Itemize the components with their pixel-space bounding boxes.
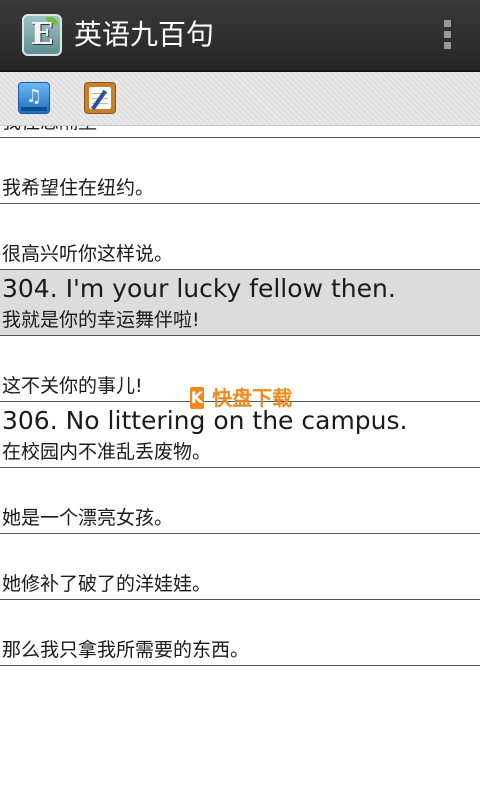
- music-book-icon[interactable]: ♫: [18, 82, 50, 114]
- app-logo-letter: E: [30, 17, 54, 52]
- watermark-k-icon: K: [190, 387, 204, 409]
- menu-dot: [443, 31, 451, 38]
- chinese-translation: 她修补了破了的洋娃娃。: [2, 573, 212, 595]
- list-item[interactable]: 她是一个漂亮女孩。: [0, 468, 480, 534]
- list-item[interactable]: 我希望住在纽约。: [0, 138, 480, 204]
- list-item[interactable]: 很高兴听你这样说。: [0, 204, 480, 270]
- book-base: [21, 107, 47, 111]
- watermark-logo: K 快盘下载: [190, 386, 292, 416]
- app-logo-icon[interactable]: E: [22, 14, 62, 56]
- overflow-menu-icon[interactable]: [440, 20, 454, 52]
- list-item-selected[interactable]: 304. I'm your lucky fellow then. 我就是你的幸运…: [0, 270, 480, 336]
- list-item[interactable]: 那么我只拿我所需要的东西。: [0, 600, 480, 666]
- watermark-text: 快盘下载: [212, 386, 293, 410]
- list-item[interactable]: 我住您隔壁: [0, 126, 480, 138]
- chinese-translation: 在校园内不准乱丢废物。: [2, 441, 212, 463]
- notepad-icon[interactable]: [84, 82, 116, 114]
- app-title: 英语九百句: [74, 18, 215, 51]
- english-sentence: 304. I'm your lucky fellow then.: [2, 274, 396, 303]
- chinese-translation: 我住您隔壁: [2, 126, 97, 134]
- chinese-translation: 她是一个漂亮女孩。: [2, 507, 174, 529]
- chinese-translation: 很高兴听你这样说。: [2, 243, 174, 265]
- chinese-translation: 我希望住在纽约。: [2, 177, 155, 199]
- menu-dot: [443, 42, 451, 49]
- menu-dot: [443, 20, 451, 27]
- toolbar: ♫: [0, 72, 480, 126]
- chinese-translation: 那么我只拿我所需要的东西。: [2, 639, 250, 661]
- app-screen: E 英语九百句 ♫ 我住您隔壁 我希望住在纽约。: [0, 0, 480, 800]
- chinese-translation: 这不关你的事儿!: [2, 375, 143, 397]
- sentence-list[interactable]: 我住您隔壁 我希望住在纽约。 很高兴听你这样说。 304. I'm your l…: [0, 126, 480, 800]
- action-bar: E 英语九百句: [0, 0, 480, 72]
- list-item[interactable]: 她修补了破了的洋娃娃。: [0, 534, 480, 600]
- chinese-translation: 我就是你的幸运舞伴啦!: [2, 309, 200, 331]
